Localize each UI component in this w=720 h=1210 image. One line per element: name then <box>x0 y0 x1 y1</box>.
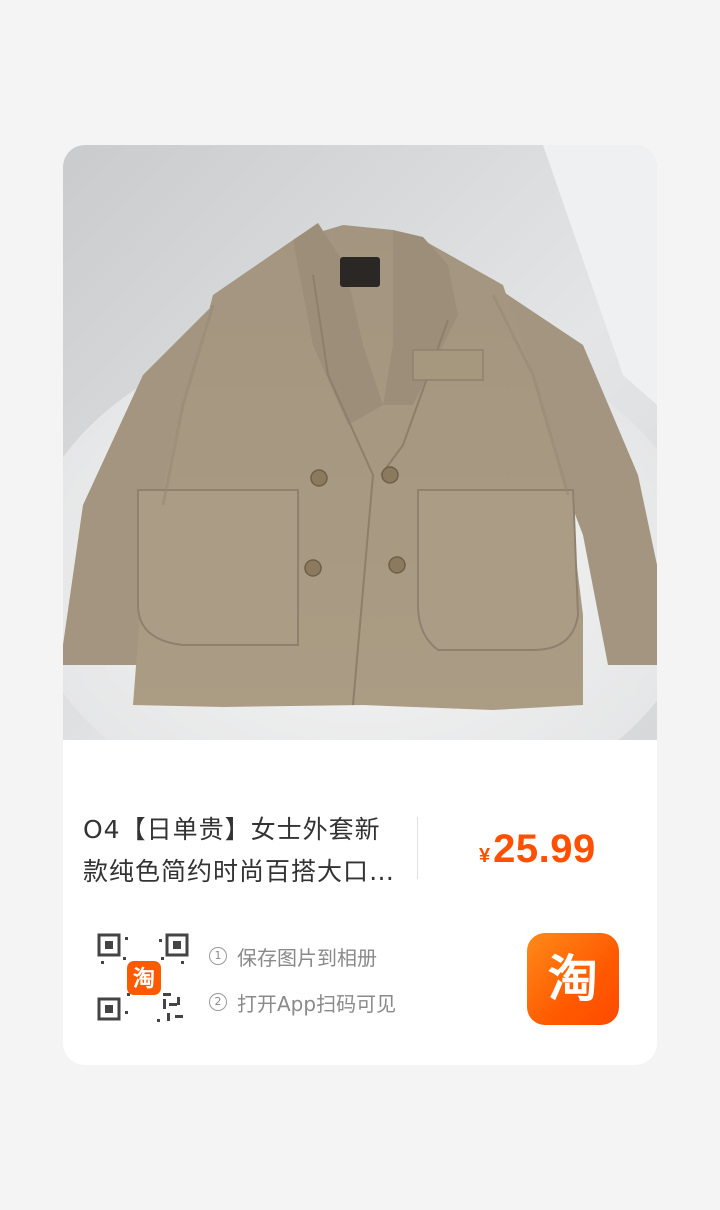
step-save-label: 保存图片到相册 <box>237 945 377 970</box>
taobao-logo-glyph: 淘 <box>548 950 598 1008</box>
product-photo[interactable] <box>63 145 657 740</box>
step-scan: 2 打开App扫码可见 <box>209 986 396 1018</box>
taobao-app-icon[interactable]: 淘 <box>527 933 619 1025</box>
product-price: ¥25.99 <box>479 827 596 872</box>
price-value: 25.99 <box>493 827 596 871</box>
step-number-1: 1 <box>209 947 227 965</box>
svg-text:淘: 淘 <box>133 966 155 992</box>
step-number-2: 2 <box>209 993 227 1011</box>
divider <box>417 817 418 879</box>
share-card: O4【日单贵】女士外套新款纯色简约时尚百搭大口袋双排扣西装 ¥25.99 <box>63 145 657 1065</box>
share-steps: 1 保存图片到相册 2 打开App扫码可见 <box>209 940 396 1032</box>
price-currency: ¥ <box>479 845 491 867</box>
qr-code[interactable]: 淘 <box>97 933 191 1027</box>
product-title[interactable]: O4【日单贵】女士外套新款纯色简约时尚百搭大口袋双排扣西装 <box>83 809 403 893</box>
step-scan-label: 打开App扫码可见 <box>237 991 397 1016</box>
step-save: 1 保存图片到相册 <box>209 940 396 972</box>
